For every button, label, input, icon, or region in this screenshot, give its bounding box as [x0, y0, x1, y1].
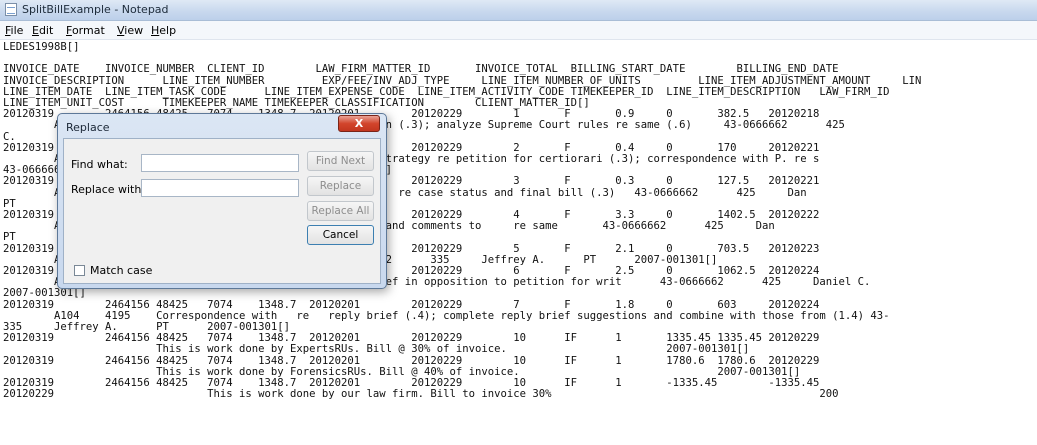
- menu-bar: File Edit Format View Help: [0, 21, 1037, 40]
- dialog-body: Find what: Replace with: Find Next Repla…: [63, 138, 381, 284]
- menu-view[interactable]: View: [117, 24, 143, 37]
- window-title: SplitBillExample - Notepad: [22, 3, 169, 16]
- notepad-icon: [5, 3, 17, 16]
- document-line: LINE_ITEM_UNIT_COST TIMEKEEPER_NAME TIME…: [3, 97, 590, 110]
- replace-button[interactable]: Replace: [307, 176, 374, 196]
- document-line: INVOICE_DATE INVOICE_NUMBER CLIENT_ID LA…: [3, 63, 839, 76]
- document-line: INVOICE_DESCRIPTION LINE_ITEM_NUMBER EXP…: [3, 74, 922, 87]
- document-line: 20120319 2464156 48425 7074 1348.7 20120…: [3, 377, 820, 390]
- close-button[interactable]: X: [338, 115, 380, 132]
- menu-file[interactable]: File: [5, 24, 23, 37]
- replace-with-label: Replace with:: [71, 183, 146, 196]
- title-bar: SplitBillExample - Notepad: [0, 0, 1037, 21]
- find-next-button[interactable]: Find Next: [307, 151, 374, 171]
- replace-dialog: Replace X Find what: Replace with: Find …: [57, 113, 387, 289]
- cancel-button[interactable]: Cancel: [307, 225, 374, 245]
- document-line: 20120319 2464156 48425 7074 1348.7 20120…: [3, 298, 820, 311]
- document-line: 335 Jeffrey A. PT 2007-001301[]: [3, 321, 291, 334]
- menu-edit[interactable]: Edit: [32, 24, 53, 37]
- document-line: PT: [3, 231, 16, 244]
- match-case-label: Match case: [90, 264, 153, 277]
- menu-help[interactable]: Help: [151, 24, 176, 37]
- document-line: A104 4195 Correspondence with re reply b…: [3, 309, 890, 322]
- find-what-label: Find what:: [71, 158, 128, 171]
- document-line: C.: [3, 130, 16, 143]
- match-case-checkbox[interactable]: [74, 265, 85, 276]
- document-line: PT: [3, 197, 16, 210]
- dialog-title: Replace: [66, 121, 110, 134]
- document-line: LINE_ITEM_DATE LINE_ITEM_TASK_CODE LINE_…: [3, 85, 890, 98]
- replace-all-button[interactable]: Replace All: [307, 201, 374, 221]
- menu-format[interactable]: Format: [66, 24, 105, 37]
- document-line: 2007-001301[]: [3, 287, 86, 300]
- document-line: 20120229 This is work done by our law fi…: [3, 388, 839, 401]
- find-what-input[interactable]: [141, 154, 299, 172]
- document-line: 20120319 2464156 48425 7074 1348.7 20120…: [3, 354, 820, 367]
- document-line: This is work done by ForensicsRUs. Bill …: [3, 365, 801, 378]
- replace-with-input[interactable]: [141, 179, 299, 197]
- document-line: LEDES1998B[]: [3, 41, 80, 53]
- document-line: This is work done by ExpertsRUs. Bill @ …: [3, 343, 750, 356]
- document-line: 20120319 2464156 48425 7074 1348.7 20120…: [3, 332, 820, 345]
